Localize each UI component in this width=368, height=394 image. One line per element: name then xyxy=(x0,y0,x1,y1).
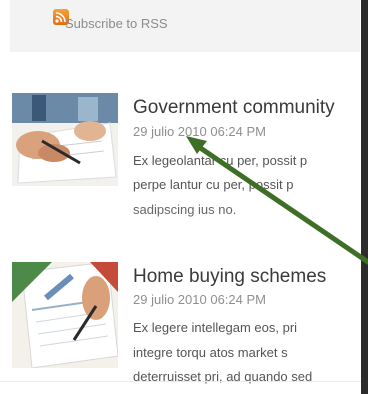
post-excerpt-line: perpe lantur cu per, possit p xyxy=(133,177,294,192)
divider xyxy=(0,381,361,382)
post-excerpt-line: integre torqu atos market s xyxy=(133,345,288,360)
subscribe-bar xyxy=(10,0,360,52)
panel-edge xyxy=(361,0,368,394)
post-title[interactable]: Home buying schemes xyxy=(133,266,326,288)
post-excerpt-line: Ex legeolantar cu per, possit p xyxy=(133,153,308,168)
post-title[interactable]: Government community xyxy=(133,97,335,119)
post-date: 29 julio 2010 06:24 PM xyxy=(133,292,266,307)
post-thumbnail-home-buying[interactable] xyxy=(12,262,118,368)
post-excerpt-line: Ex legere intellegam eos, pri xyxy=(133,320,298,335)
subscribe-rss-link[interactable]: Subscribe to RSS xyxy=(65,16,168,31)
post-excerpt-line: deterruisset pri, ad quando sed xyxy=(133,369,313,384)
post-thumbnail-government[interactable] xyxy=(12,93,118,186)
post-excerpt-line: sadipscing ius no. xyxy=(133,202,237,217)
post-date: 29 julio 2010 06:24 PM xyxy=(133,124,266,139)
